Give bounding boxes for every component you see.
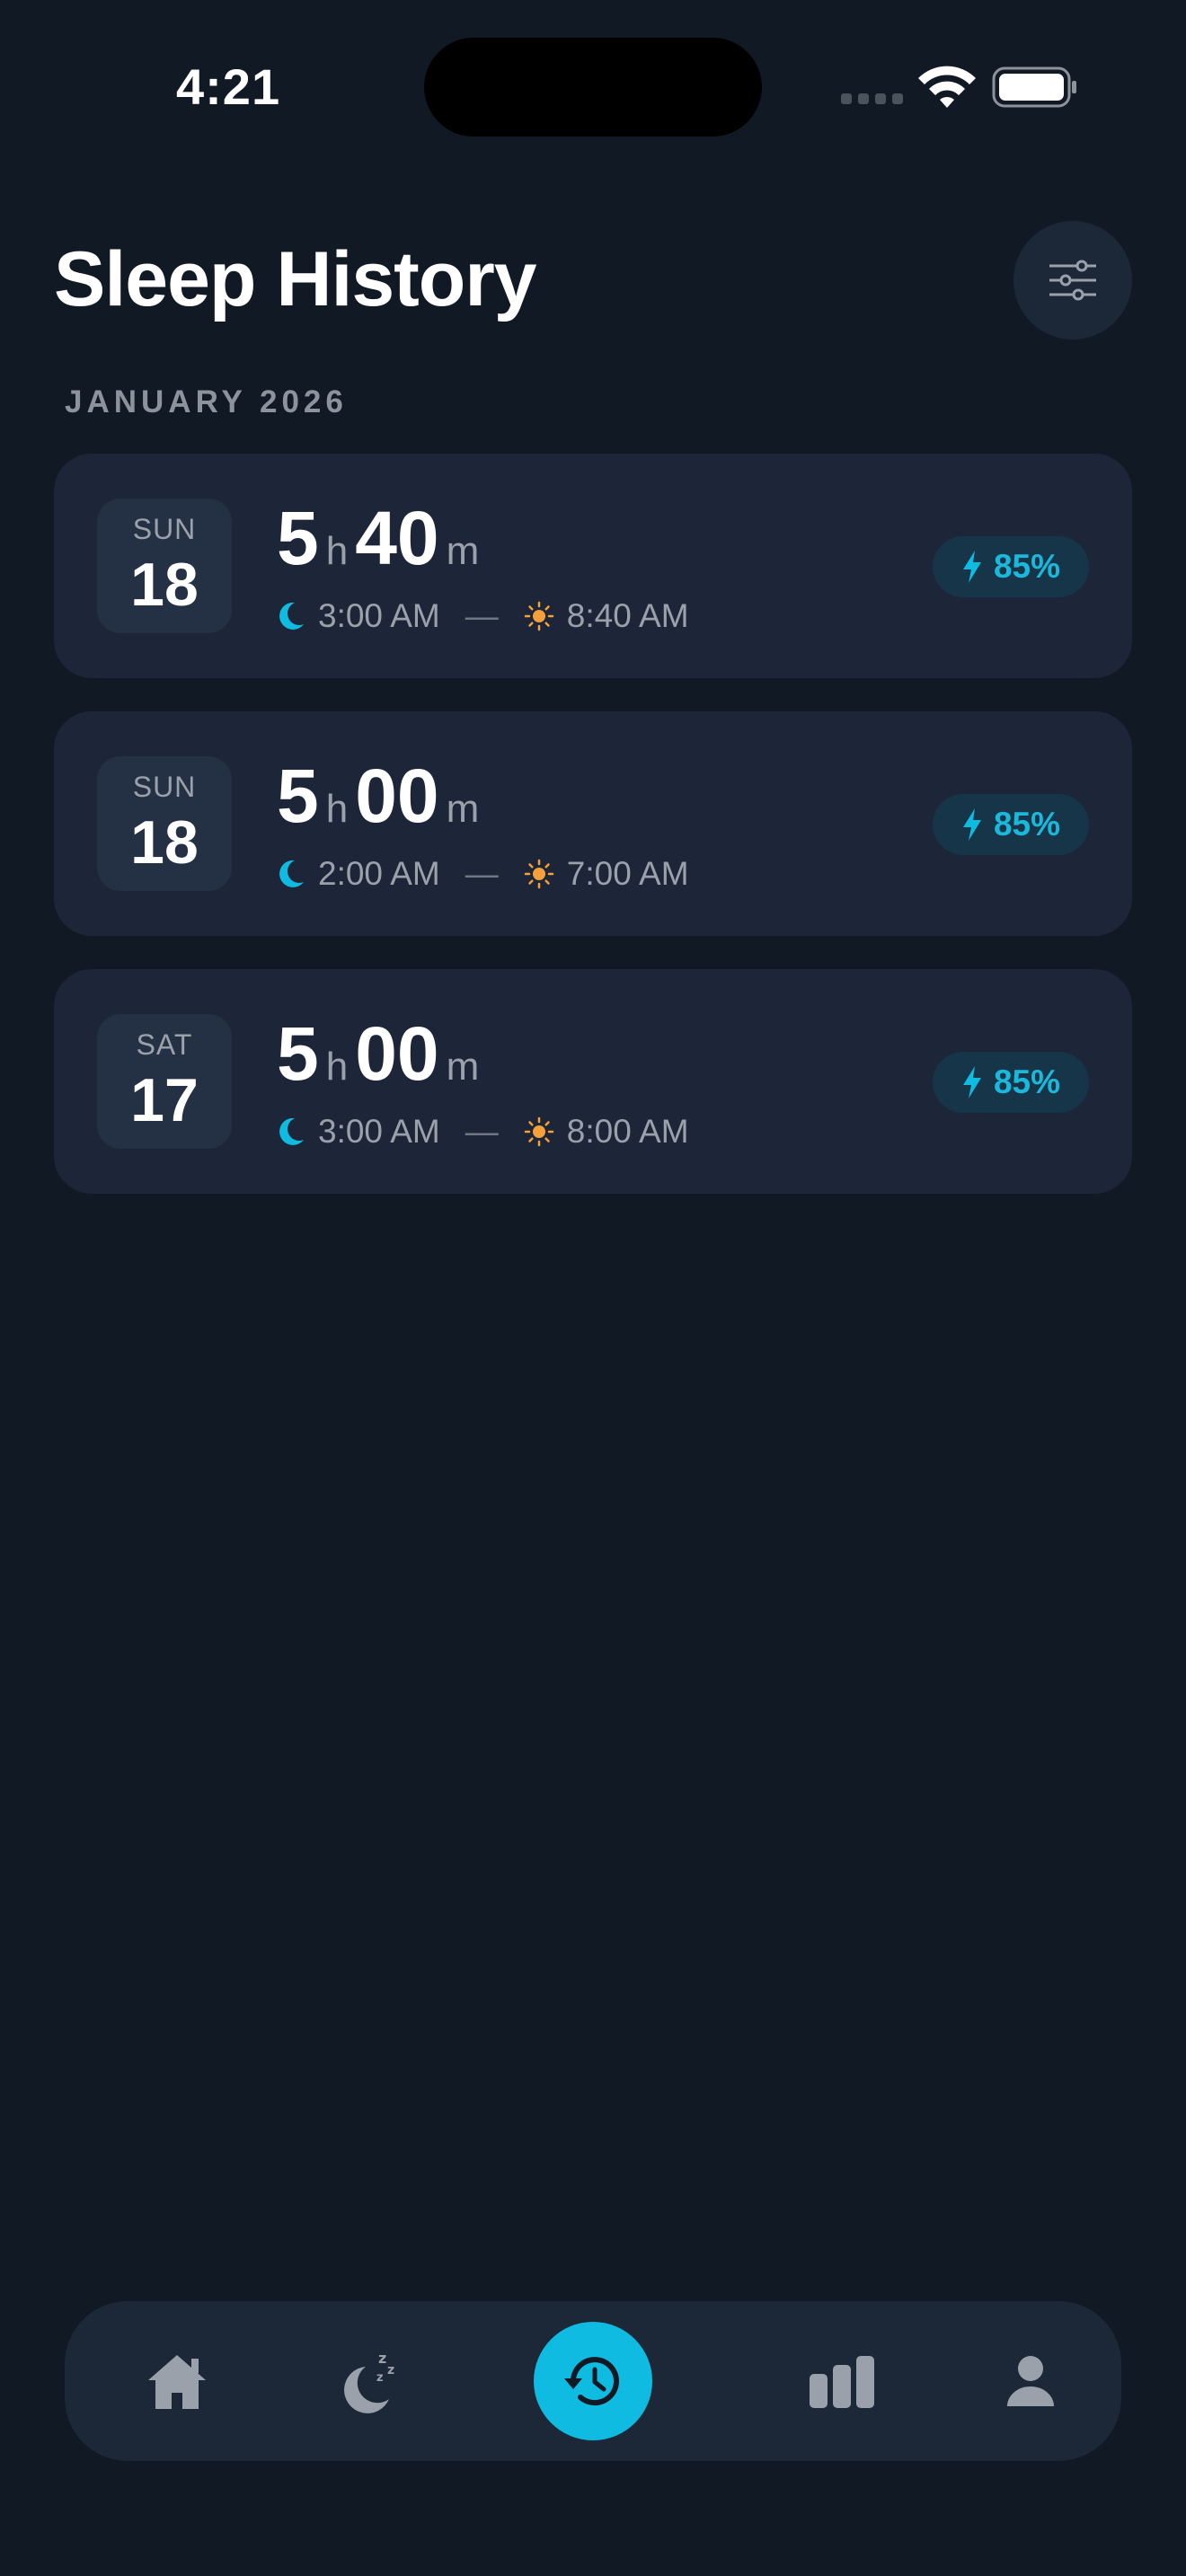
- day-of-week: SUN: [132, 512, 197, 545]
- quality-score: 85%: [993, 548, 1061, 585]
- status-bar: 4:21: [0, 0, 1186, 137]
- month-section-header: JANUARY 2026: [65, 384, 348, 419]
- hours-unit: h: [325, 1045, 349, 1089]
- sleep-times: 2:00 AM — 7:00 AM: [277, 855, 689, 893]
- bedtime: 3:00 AM: [318, 597, 440, 634]
- sleep-times: 3:00 AM — 8:40 AM: [277, 597, 689, 635]
- quality-score: 85%: [993, 806, 1061, 842]
- time-separator: —: [465, 855, 499, 892]
- duration-minutes: 40: [355, 496, 439, 580]
- filter-button[interactable]: [1013, 221, 1132, 340]
- sleep-times: 3:00 AM — 8:00 AM: [277, 1113, 689, 1151]
- sleep-duration: 5 h 40 m: [277, 495, 486, 582]
- svg-text:z: z: [376, 2371, 384, 2385]
- duration-hours: 5: [277, 496, 319, 580]
- svg-text:z: z: [378, 2350, 386, 2367]
- wake-time: 8:00 AM: [566, 1113, 689, 1150]
- sleep-entry-card[interactable]: SAT 17 5 h 00 m 3:00 AM — 8:00 AM 85%: [54, 969, 1132, 1194]
- day-number: 18: [130, 550, 199, 619]
- quality-badge: 85%: [933, 536, 1089, 597]
- duration-hours: 5: [277, 1011, 319, 1096]
- sun-icon: [524, 601, 554, 631]
- lightning-icon: [962, 808, 981, 841]
- battery-icon: [992, 66, 1076, 108]
- dynamic-island: [424, 38, 762, 137]
- history-icon: [564, 2357, 619, 2406]
- quality-badge: 85%: [933, 794, 1089, 855]
- quality-badge: 85%: [933, 1052, 1089, 1113]
- moon-icon: [279, 860, 304, 887]
- tab-bar: z z z: [65, 2301, 1121, 2461]
- tab-profile[interactable]: [972, 2301, 1089, 2461]
- tab-sleep[interactable]: z z z: [313, 2301, 429, 2461]
- duration-hours: 5: [277, 754, 319, 838]
- tab-stats[interactable]: [783, 2301, 900, 2461]
- time-separator: —: [465, 1113, 499, 1150]
- day-of-week: SAT: [136, 1028, 193, 1061]
- date-box: SUN 18: [97, 756, 232, 891]
- duration-minutes: 00: [355, 754, 439, 838]
- svg-text:z: z: [387, 2363, 394, 2378]
- lightning-icon: [962, 1066, 981, 1098]
- sun-icon: [524, 1116, 554, 1147]
- bedtime: 3:00 AM: [318, 1113, 440, 1150]
- minutes-unit: m: [446, 1045, 480, 1089]
- day-of-week: SUN: [132, 770, 197, 803]
- wake-time: 7:00 AM: [566, 855, 689, 892]
- quality-score: 85%: [993, 1063, 1061, 1100]
- profile-icon: [1007, 2356, 1054, 2406]
- minutes-unit: m: [446, 529, 480, 573]
- cellular-signal-icon: [841, 93, 903, 104]
- date-box: SUN 18: [97, 498, 232, 633]
- sleep-duration: 5 h 00 m: [277, 1010, 486, 1098]
- day-number: 18: [130, 807, 199, 877]
- moon-icon: [279, 602, 304, 630]
- sleep-entry-card[interactable]: SUN 18 5 h 00 m 2:00 AM — 7:00 AM 85%: [54, 711, 1132, 936]
- sleep-moon-icon: z z z: [344, 2350, 394, 2413]
- minutes-unit: m: [446, 787, 480, 831]
- moon-icon: [279, 1117, 304, 1145]
- duration-minutes: 00: [355, 1011, 439, 1096]
- wifi-icon: [918, 66, 976, 108]
- wake-time: 8:40 AM: [566, 597, 689, 634]
- day-number: 17: [130, 1065, 199, 1134]
- sleep-duration: 5 h 00 m: [277, 753, 486, 840]
- page-title: Sleep History: [54, 236, 537, 322]
- lightning-icon: [962, 551, 981, 583]
- bar-chart-icon: [810, 2356, 874, 2408]
- bedtime: 2:00 AM: [318, 855, 440, 892]
- home-icon: [148, 2355, 206, 2409]
- sleep-entry-card[interactable]: SUN 18 5 h 40 m 3:00 AM — 8:40 AM 85%: [54, 454, 1132, 678]
- status-time: 4:21: [176, 58, 281, 115]
- date-box: SAT 17: [97, 1014, 232, 1149]
- hours-unit: h: [325, 529, 349, 573]
- tab-home[interactable]: [119, 2301, 235, 2461]
- time-separator: —: [465, 597, 499, 634]
- hours-unit: h: [325, 787, 349, 831]
- tab-history[interactable]: [534, 2322, 652, 2440]
- sliders-icon: [1049, 260, 1096, 301]
- sun-icon: [524, 859, 554, 889]
